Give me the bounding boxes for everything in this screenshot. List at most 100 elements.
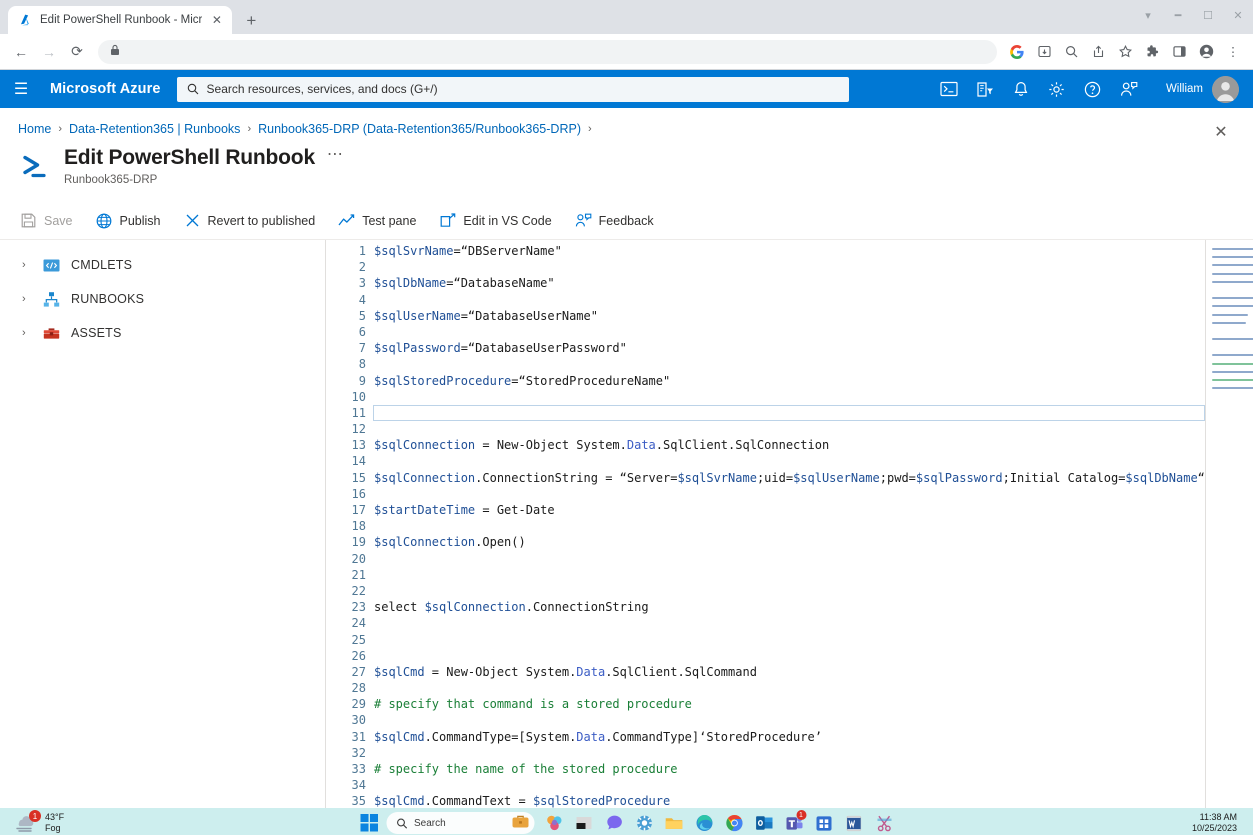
code-editor[interactable]: 1234567891011121314151617181920212223242… [325, 240, 1253, 818]
install-app-icon[interactable] [1032, 40, 1056, 64]
code-line[interactable] [374, 777, 1205, 793]
code-line[interactable] [374, 648, 1205, 664]
maximize-icon[interactable]: ☐ [1193, 0, 1223, 30]
more-options-icon[interactable]: ⋯ [327, 144, 344, 164]
code-line[interactable]: # specify the name of the stored procedu… [374, 761, 1205, 777]
code-line[interactable]: $sqlPassword=“DatabaseUserPassword" [374, 340, 1205, 356]
breadcrumb-item-runbooks[interactable]: Data-Retention365 | Runbooks [69, 122, 240, 136]
photos-icon[interactable] [541, 810, 567, 835]
address-bar[interactable] [98, 40, 997, 64]
breadcrumb-item-runbook[interactable]: Runbook365-DRP (Data-Retention365/Runboo… [258, 122, 581, 136]
breadcrumb-item-home[interactable]: Home [18, 122, 51, 136]
extensions-icon[interactable] [1140, 40, 1164, 64]
close-blade-button[interactable]: ✕ [1205, 116, 1237, 148]
chrome-icon[interactable] [721, 810, 747, 835]
code-content[interactable]: $sqlSvrName=“DBServerName" $sqlDbName=“Da… [374, 243, 1205, 818]
user-account-menu[interactable]: William [1148, 76, 1243, 103]
code-line[interactable] [374, 259, 1205, 275]
snip-icon[interactable] [871, 810, 897, 835]
settings-icon[interactable] [631, 810, 657, 835]
code-line[interactable]: $sqlUserName=“DatabaseUserName" [374, 308, 1205, 324]
minimize-icon[interactable]: ━ [1163, 0, 1193, 30]
chat-icon[interactable] [601, 810, 627, 835]
feedback-button[interactable]: Feedback [573, 208, 665, 233]
black-square-icon[interactable] [571, 810, 597, 835]
code-area[interactable]: 1234567891011121314151617181920212223242… [326, 240, 1205, 818]
code-line[interactable] [374, 615, 1205, 631]
code-line[interactable] [374, 453, 1205, 469]
code-line[interactable] [374, 518, 1205, 534]
system-clock[interactable]: 11:38 AM 10/25/2023 [1192, 812, 1247, 834]
share-icon[interactable] [1086, 40, 1110, 64]
teams-icon[interactable]: 1 [781, 810, 807, 835]
profile-icon[interactable] [1194, 40, 1218, 64]
store-icon[interactable] [811, 810, 837, 835]
chevron-right-icon[interactable]: › [22, 259, 32, 271]
code-line[interactable] [374, 583, 1205, 599]
code-minimap[interactable] [1205, 240, 1253, 818]
hamburger-menu-icon[interactable]: ☰ [0, 70, 42, 108]
code-line[interactable] [374, 356, 1205, 372]
code-line[interactable] [374, 680, 1205, 696]
directories-filter-icon[interactable] [968, 72, 1002, 106]
code-line[interactable] [374, 486, 1205, 502]
save-button[interactable]: Save [18, 208, 84, 233]
weather-widget[interactable]: 1 43°F Fog [6, 812, 64, 834]
code-line[interactable]: # specify that command is a stored proce… [374, 696, 1205, 712]
cloud-shell-icon[interactable] [932, 72, 966, 106]
close-icon[interactable]: ✕ [209, 13, 224, 28]
zoom-icon[interactable] [1059, 40, 1083, 64]
code-line[interactable] [374, 745, 1205, 761]
code-line[interactable] [374, 567, 1205, 583]
file-explorer-icon[interactable] [661, 810, 687, 835]
azure-search-input[interactable]: Search resources, services, and docs (G+… [177, 77, 849, 102]
code-line[interactable]: $sqlSvrName=“DBServerName" [374, 243, 1205, 259]
new-tab-button[interactable]: + [238, 7, 264, 33]
word-icon[interactable] [841, 810, 867, 835]
code-line[interactable]: select $sqlConnection.ConnectionString [374, 599, 1205, 615]
code-line[interactable]: $sqlConnection.Open() [374, 534, 1205, 550]
tree-item-runbooks[interactable]: › RUNBOOKS [0, 282, 325, 316]
code-line[interactable] [374, 632, 1205, 648]
code-line[interactable] [374, 389, 1205, 405]
settings-gear-icon[interactable] [1040, 72, 1074, 106]
reload-icon[interactable]: ⟳ [64, 39, 90, 65]
code-line[interactable]: $startDateTime = Get-Date [374, 502, 1205, 518]
code-line[interactable]: $sqlStoredProcedure=“StoredProcedureName… [374, 373, 1205, 389]
back-icon[interactable]: ← [8, 39, 34, 65]
briefcase-icon[interactable] [510, 814, 530, 833]
code-line[interactable]: $sqlConnection.ConnectionString = “Serve… [374, 470, 1205, 486]
browser-tab[interactable]: Edit PowerShell Runbook - Micr ✕ [8, 6, 232, 34]
outlook-icon[interactable] [751, 810, 777, 835]
taskbar-search-input[interactable]: Search [386, 812, 534, 834]
code-line[interactable] [374, 551, 1205, 567]
help-icon[interactable] [1076, 72, 1110, 106]
google-icon[interactable] [1005, 40, 1029, 64]
azure-brand[interactable]: Microsoft Azure [42, 81, 177, 97]
test-pane-button[interactable]: Test pane [336, 208, 427, 233]
menu-icon[interactable]: ⋮ [1221, 40, 1245, 64]
code-line[interactable] [374, 712, 1205, 728]
forward-icon[interactable]: → [36, 39, 62, 65]
edit-in-vs-code-button[interactable]: Edit in VS Code [437, 208, 562, 233]
code-line[interactable] [374, 292, 1205, 308]
chevron-right-icon[interactable]: › [22, 327, 32, 339]
start-icon[interactable] [356, 810, 382, 835]
tree-item-cmdlets[interactable]: › CMDLETS [0, 248, 325, 282]
tree-item-assets[interactable]: › ASSETS [0, 316, 325, 350]
edge-icon[interactable] [691, 810, 717, 835]
code-line[interactable]: $sqlCmd = New-Object System.Data.SqlClie… [374, 664, 1205, 680]
revert-to-published-button[interactable]: Revert to published [182, 208, 327, 233]
code-line[interactable]: $sqlConnection = New-Object System.Data.… [374, 437, 1205, 453]
code-line[interactable]: $sqlDbName=“DatabaseName" [374, 275, 1205, 291]
code-line-active[interactable] [373, 405, 1205, 421]
feedback-icon[interactable] [1112, 72, 1146, 106]
chevron-right-icon[interactable]: › [22, 293, 32, 305]
code-line[interactable] [374, 421, 1205, 437]
bookmark-star-icon[interactable] [1113, 40, 1137, 64]
code-line[interactable] [374, 324, 1205, 340]
side-panel-icon[interactable] [1167, 40, 1191, 64]
chevron-down-icon[interactable]: ▾ [1133, 0, 1163, 30]
notifications-icon[interactable] [1004, 72, 1038, 106]
code-line[interactable]: $sqlCmd.CommandType=[System.Data.Command… [374, 729, 1205, 745]
